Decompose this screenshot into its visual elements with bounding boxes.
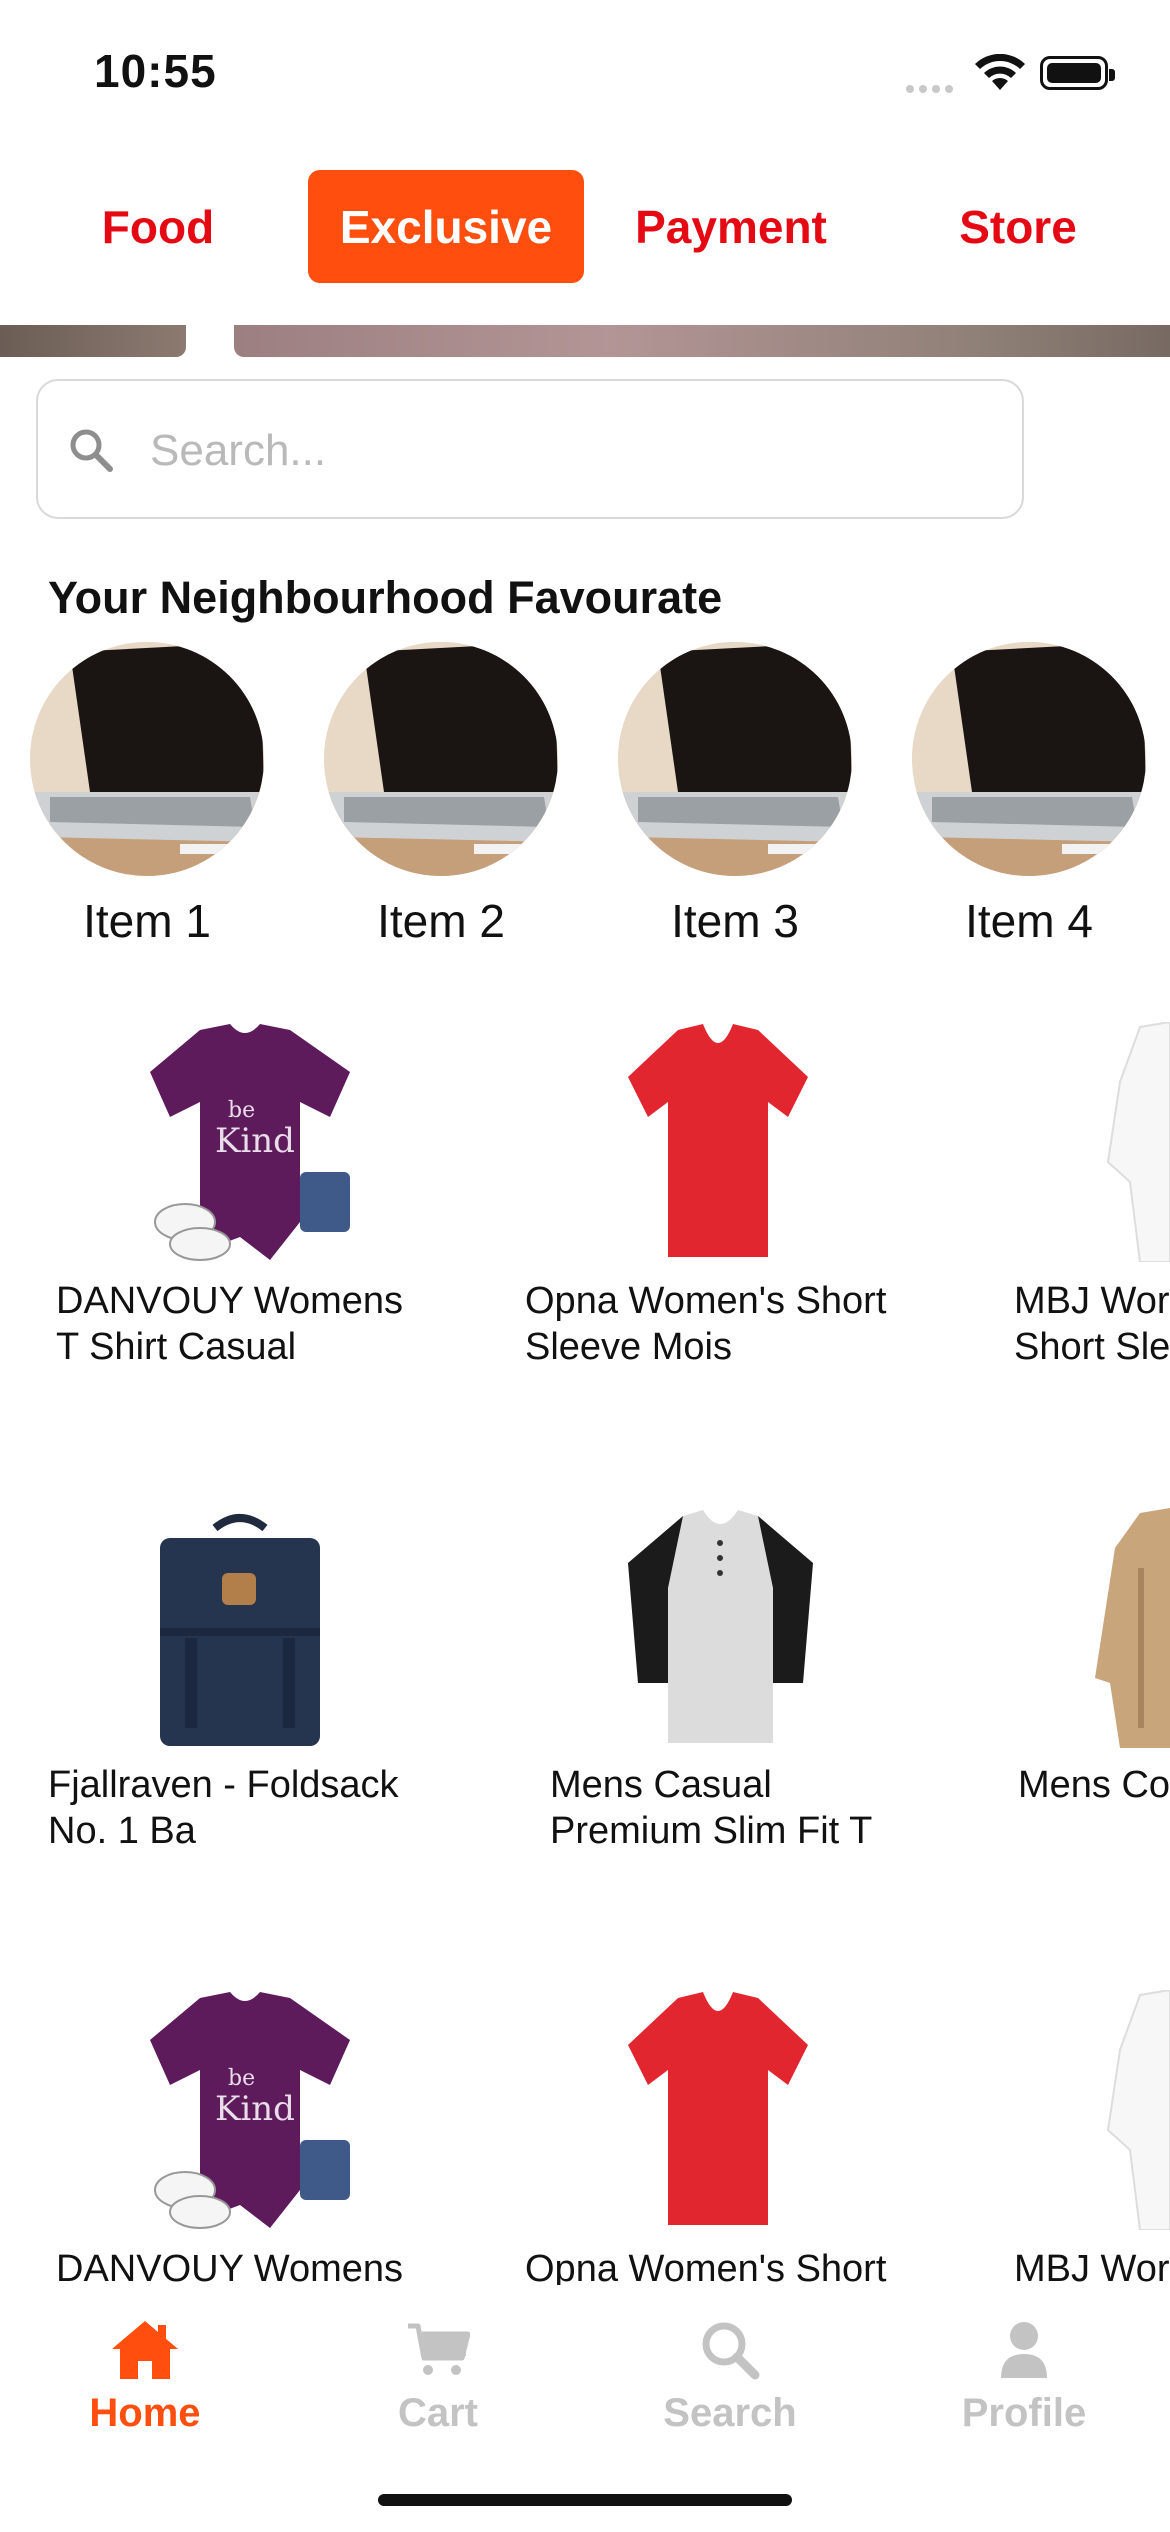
white-tshirt-image[interactable] bbox=[1100, 1990, 1170, 2230]
tab-search-label: Search bbox=[663, 2391, 797, 2435]
laptop-image bbox=[324, 642, 558, 876]
tab-home-label: Home bbox=[89, 2391, 201, 2435]
purple-tshirt-image[interactable]: be Kind bbox=[140, 1990, 350, 2230]
tab-cart-label: Cart bbox=[397, 2391, 479, 2435]
search-icon bbox=[702, 2322, 760, 2380]
home-icon bbox=[112, 2321, 178, 2379]
favourite-item-label: Item 2 bbox=[377, 895, 505, 947]
favourite-item[interactable]: Item 1 bbox=[30, 642, 264, 947]
favourite-item-label: Item 3 bbox=[671, 895, 799, 947]
tab-home[interactable]: Home bbox=[35, 2315, 255, 2436]
home-indicator bbox=[378, 2494, 792, 2506]
tab-search[interactable]: Search bbox=[620, 2315, 840, 2436]
svg-text:Kind: Kind bbox=[215, 1121, 295, 1161]
svg-text:be: be bbox=[228, 2066, 255, 2091]
product-title: Mens Co bbox=[1018, 1764, 1170, 1806]
category-tabs: Food Exclusive Payment Store bbox=[0, 170, 1170, 285]
white-tshirt-image[interactable] bbox=[1100, 1022, 1170, 1262]
tab-store[interactable]: Store bbox=[900, 170, 1136, 283]
search-icon bbox=[70, 429, 113, 472]
backpack-image[interactable] bbox=[155, 1508, 325, 1748]
tab-food[interactable]: Food bbox=[58, 170, 258, 283]
laptop-image bbox=[912, 642, 1146, 876]
laptop-image bbox=[30, 642, 264, 876]
cart-icon bbox=[408, 2323, 470, 2375]
tab-cart[interactable]: Cart bbox=[328, 2315, 548, 2436]
red-tshirt-image[interactable] bbox=[628, 1022, 808, 1262]
favourite-item[interactable]: Item 4 bbox=[912, 642, 1146, 947]
product-title: Fjallraven - Foldsack No. 1 Ba bbox=[48, 1764, 399, 1852]
product-title: DANVOUY Womens T Shirt Casual bbox=[56, 1280, 404, 1368]
henley-shirt-image[interactable] bbox=[628, 1508, 813, 1748]
laptop-image bbox=[618, 642, 852, 876]
banner-carousel[interactable] bbox=[0, 325, 1170, 357]
signal-icon bbox=[906, 80, 958, 98]
jacket-image[interactable] bbox=[1090, 1508, 1170, 1748]
profile-icon bbox=[1001, 2322, 1047, 2378]
wifi-icon bbox=[975, 54, 1025, 90]
search-bar[interactable] bbox=[36, 379, 1024, 519]
product-title: Opna Women's Short Sleeve Mois bbox=[525, 1280, 887, 1368]
favourite-item-label: Item 1 bbox=[83, 895, 211, 947]
status-time: 10:55 bbox=[94, 45, 217, 97]
banner-image[interactable] bbox=[0, 325, 186, 357]
battery-icon bbox=[1040, 56, 1115, 90]
tab-profile[interactable]: Profile bbox=[914, 2315, 1134, 2436]
purple-tshirt-image[interactable]: be Kind bbox=[140, 1022, 350, 1262]
tab-profile-label: Profile bbox=[961, 2391, 1087, 2435]
banner-image[interactable] bbox=[234, 325, 1170, 357]
product-title: MBJ Wor Short Sle bbox=[1014, 1280, 1170, 1368]
tab-payment[interactable]: Payment bbox=[608, 170, 854, 283]
section-title: Your Neighbourhood Favourate bbox=[48, 572, 723, 623]
favourite-item[interactable]: Item 3 bbox=[618, 642, 852, 947]
favourite-item[interactable]: Item 2 bbox=[324, 642, 558, 947]
status-bar: 10:55 bbox=[0, 0, 1170, 150]
search-input[interactable] bbox=[148, 411, 972, 491]
favourite-item-label: Item 4 bbox=[965, 895, 1093, 947]
red-tshirt-image[interactable] bbox=[628, 1990, 808, 2230]
tab-exclusive[interactable]: Exclusive bbox=[308, 170, 584, 283]
product-title: Mens Casual Premium Slim Fit T bbox=[550, 1764, 873, 1852]
svg-text:be: be bbox=[228, 1098, 255, 1123]
svg-text:Kind: Kind bbox=[215, 2089, 295, 2129]
